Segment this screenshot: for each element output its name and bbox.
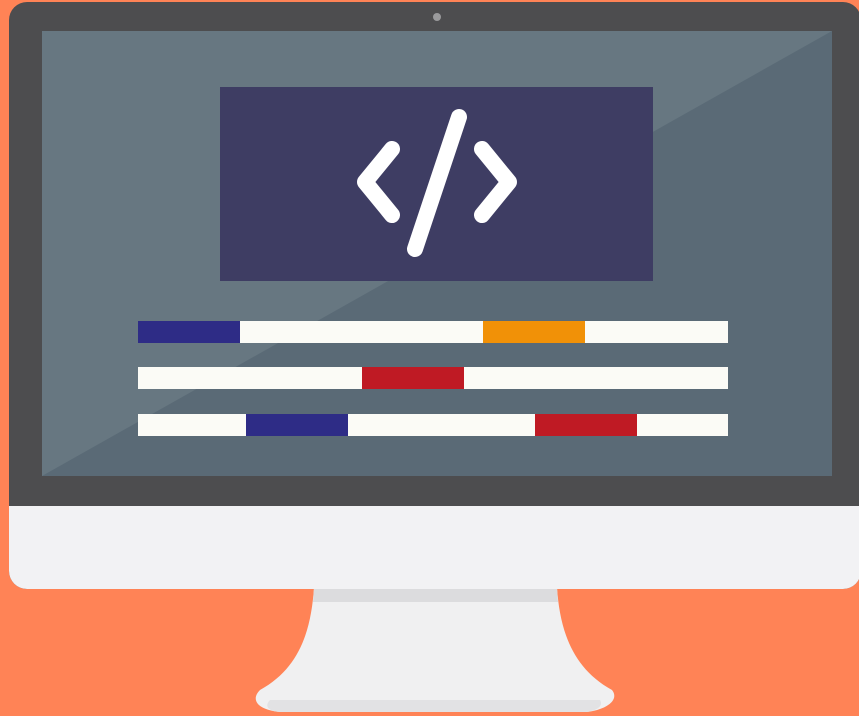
monitor <box>9 2 859 589</box>
code-panel <box>220 87 653 281</box>
monitor-screen <box>42 31 832 476</box>
code-brackets-icon <box>357 109 517 257</box>
code-line-1-orange-segment <box>483 321 585 343</box>
code-line-1-blue-segment <box>138 321 240 343</box>
code-line-1 <box>138 321 728 343</box>
code-line-3-blue-segment <box>246 414 348 436</box>
code-line-3-red-segment <box>535 414 637 436</box>
code-line-2 <box>138 367 728 389</box>
illustration <box>0 0 859 716</box>
code-line-3 <box>138 414 728 436</box>
code-line-2-red-segment <box>362 367 464 389</box>
webcam-icon <box>433 13 441 21</box>
monitor-chin <box>9 506 859 589</box>
